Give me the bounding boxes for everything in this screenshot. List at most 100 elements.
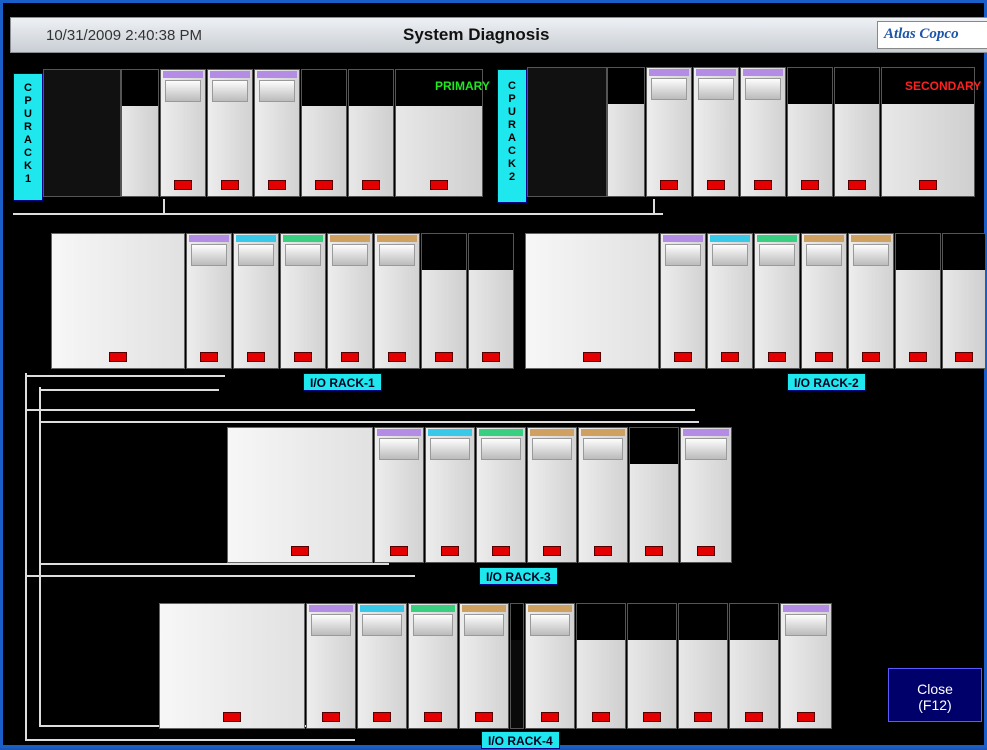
slot-empty[interactable] xyxy=(627,603,677,729)
io-module[interactable] xyxy=(374,233,420,369)
power-supply[interactable] xyxy=(525,233,659,369)
io-rack-3-label: I/O RACK-3 xyxy=(479,567,558,585)
comm-module[interactable] xyxy=(254,69,300,197)
slot-empty[interactable] xyxy=(729,603,779,729)
io-rack-1-label: I/O RACK-1 xyxy=(303,373,382,391)
io-module[interactable] xyxy=(280,233,326,369)
slot-empty[interactable] xyxy=(121,69,159,197)
close-button[interactable]: Close (F12) xyxy=(888,668,982,722)
slot-empty[interactable] xyxy=(629,427,679,563)
primary-label: PRIMARY xyxy=(435,79,490,93)
network-cable xyxy=(39,389,219,391)
tag-letter: C xyxy=(508,145,516,157)
network-cable xyxy=(25,409,695,411)
io-module[interactable] xyxy=(780,603,832,729)
secondary-label: SECONDARY xyxy=(905,79,982,93)
slot-empty[interactable] xyxy=(468,233,514,369)
cpu-rack-1-chassis xyxy=(43,69,121,197)
io-module[interactable] xyxy=(578,427,628,563)
close-label: Close xyxy=(917,681,953,697)
io-module[interactable] xyxy=(801,233,847,369)
redundancy-module[interactable] xyxy=(693,67,739,197)
slot-empty[interactable] xyxy=(421,233,467,369)
network-cable xyxy=(39,421,699,423)
comm-module[interactable] xyxy=(374,427,424,563)
comm-module[interactable] xyxy=(740,67,786,197)
header-bar: 10/31/2009 2:40:38 PM System Diagnosis A… xyxy=(10,17,987,53)
cpu-rack-1-tag: C P U R A C K 1 xyxy=(13,73,43,201)
diagnosis-screen: 10/31/2009 2:40:38 PM System Diagnosis A… xyxy=(0,0,987,749)
tag-letter: A xyxy=(508,132,516,144)
tag-letter: K xyxy=(508,158,516,170)
network-cable xyxy=(13,213,663,215)
network-cable xyxy=(25,575,415,577)
datetime-display: 10/31/2009 2:40:38 PM xyxy=(46,27,202,44)
network-cable xyxy=(39,563,389,565)
slot-empty[interactable] xyxy=(834,67,880,197)
close-shortcut: (F12) xyxy=(918,697,952,713)
io-module[interactable] xyxy=(459,603,509,729)
logo-text: Atlas Copco xyxy=(884,26,959,42)
tag-letter: C xyxy=(24,147,32,159)
io-module[interactable] xyxy=(525,603,575,729)
slot-empty[interactable] xyxy=(348,69,394,197)
network-cable xyxy=(25,739,355,741)
tag-letter: U xyxy=(24,108,32,120)
slot-empty[interactable] xyxy=(787,67,833,197)
processor-module[interactable] xyxy=(646,67,692,197)
power-supply[interactable] xyxy=(227,427,373,563)
io-module[interactable] xyxy=(357,603,407,729)
comm-module[interactable] xyxy=(660,233,706,369)
io-module[interactable] xyxy=(754,233,800,369)
io-module[interactable] xyxy=(848,233,894,369)
io-rack-3[interactable] xyxy=(227,427,732,563)
network-cable xyxy=(25,373,27,741)
tag-letter: R xyxy=(24,121,32,133)
network-cable xyxy=(653,199,655,215)
redundancy-module[interactable] xyxy=(207,69,253,197)
io-rack-4-label: I/O RACK-4 xyxy=(481,731,560,749)
power-supply[interactable] xyxy=(159,603,305,729)
comm-module[interactable] xyxy=(306,603,356,729)
io-rack-2[interactable] xyxy=(525,233,986,369)
slot-empty[interactable] xyxy=(301,69,347,197)
tag-letter: U xyxy=(508,106,516,118)
io-module[interactable] xyxy=(425,427,475,563)
slot-empty[interactable] xyxy=(895,233,941,369)
cpu-rack-2-tag: C P U R A C K 2 xyxy=(497,69,527,203)
tag-letter: R xyxy=(508,119,516,131)
slot-empty[interactable] xyxy=(678,603,728,729)
tag-letter: P xyxy=(508,93,516,105)
network-cable xyxy=(163,199,165,215)
tag-letter: C xyxy=(24,82,32,94)
io-rack-2-label: I/O RACK-2 xyxy=(787,373,866,391)
tag-letter: 2 xyxy=(508,171,516,183)
slot-divider xyxy=(510,603,524,729)
io-module[interactable] xyxy=(680,427,732,563)
tag-letter: P xyxy=(24,95,32,107)
io-module[interactable] xyxy=(707,233,753,369)
io-module[interactable] xyxy=(327,233,373,369)
page-title: System Diagnosis xyxy=(403,25,550,44)
company-logo: Atlas Copco xyxy=(877,21,987,49)
slot-empty[interactable] xyxy=(576,603,626,729)
comm-module[interactable] xyxy=(186,233,232,369)
tag-letter: C xyxy=(508,80,516,92)
tag-letter: 1 xyxy=(24,173,32,185)
slot-empty[interactable] xyxy=(942,233,986,369)
io-module[interactable] xyxy=(233,233,279,369)
slot-empty[interactable] xyxy=(607,67,645,197)
cpu-rack-1[interactable] xyxy=(121,69,483,197)
network-cable xyxy=(25,375,225,377)
network-cable xyxy=(39,387,41,725)
tag-letter: A xyxy=(24,134,32,146)
io-rack-1[interactable] xyxy=(51,233,514,369)
io-module[interactable] xyxy=(408,603,458,729)
io-rack-4[interactable] xyxy=(159,603,832,729)
tag-letter: K xyxy=(24,160,32,172)
cpu-rack-2-chassis xyxy=(527,67,607,197)
io-module[interactable] xyxy=(476,427,526,563)
processor-module[interactable] xyxy=(160,69,206,197)
io-module[interactable] xyxy=(527,427,577,563)
power-supply[interactable] xyxy=(51,233,185,369)
